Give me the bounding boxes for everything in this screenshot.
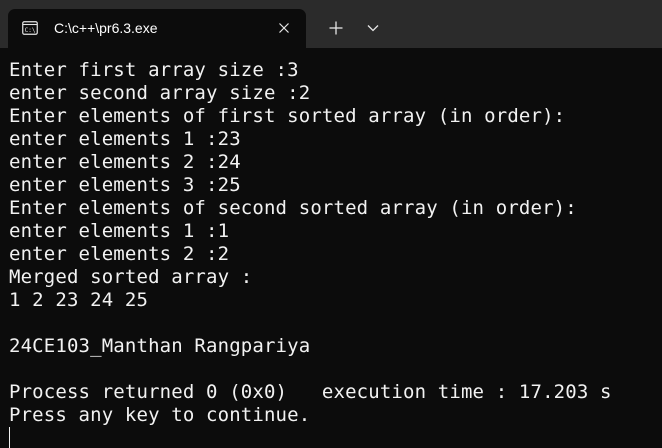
terminal-line: Merged sorted array : — [9, 266, 253, 288]
terminal-line: Process returned 0 (0x0) execution time … — [9, 381, 612, 403]
new-tab-button[interactable] — [318, 14, 354, 42]
terminal-line: 1 2 23 24 25 — [9, 289, 149, 311]
tab-bar: C:\ C:\c++\pr6.3.exe — [0, 0, 662, 48]
chevron-down-icon — [367, 25, 379, 32]
terminal-lines: Enter first array size :3 enter second a… — [9, 59, 612, 427]
terminal-line: enter elements 1 :1 — [9, 220, 230, 242]
text-cursor — [9, 427, 10, 448]
terminal-window: C:\ C:\c++\pr6.3.exe Enter first array s… — [0, 0, 662, 448]
console-icon: C:\ — [22, 20, 38, 36]
svg-text:C:\: C:\ — [25, 27, 36, 34]
tab-title: C:\c++\pr6.3.exe — [54, 20, 158, 36]
tab-active[interactable]: C:\ C:\c++\pr6.3.exe — [8, 9, 306, 48]
terminal-output[interactable]: Enter first array size :3 enter second a… — [0, 48, 662, 448]
terminal-line: Press any key to continue. — [9, 404, 311, 426]
terminal-line: Enter elements of second sorted array (i… — [9, 197, 577, 219]
terminal-line: Enter elements of first sorted array (in… — [9, 105, 566, 127]
terminal-line: enter elements 3 :25 — [9, 174, 241, 196]
terminal-line: Enter first array size :3 — [9, 59, 299, 81]
terminal-line: enter elements 1 :23 — [9, 128, 241, 150]
terminal-line: enter elements 2 :24 — [9, 151, 241, 173]
terminal-line: 24CE103_Manthan Rangpariya — [9, 335, 311, 357]
terminal-line: enter second array size :2 — [9, 82, 311, 104]
close-icon[interactable] — [276, 20, 292, 36]
plus-icon — [329, 21, 343, 35]
terminal-line: enter elements 2 :2 — [9, 243, 230, 265]
tab-dropdown-button[interactable] — [359, 14, 387, 42]
